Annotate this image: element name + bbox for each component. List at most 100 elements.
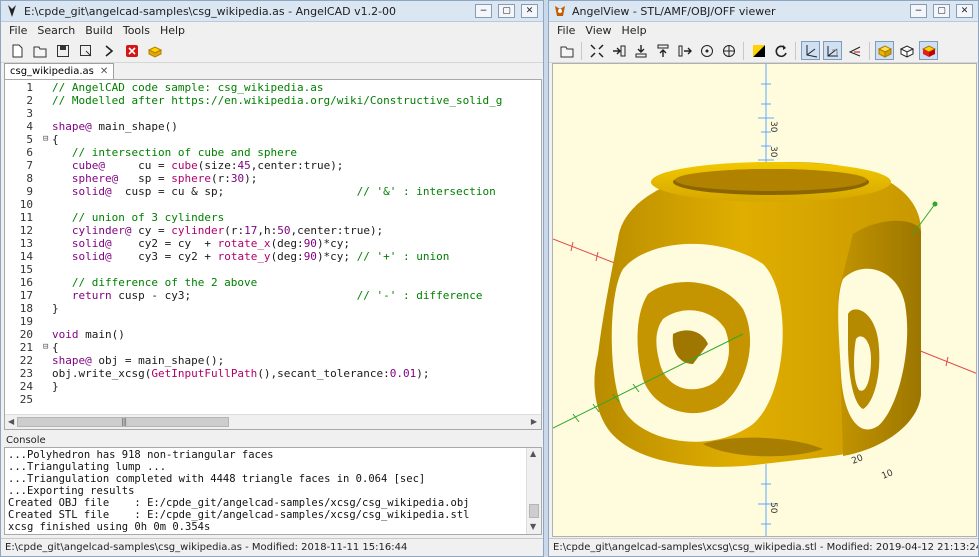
code-line[interactable]: 14 solid@ cy3 = cy2 + rotate_y(deg:90)*c… [5, 250, 541, 263]
code-line[interactable]: 21 ⊟ { [5, 341, 541, 354]
new-file-icon[interactable] [7, 41, 26, 60]
code-text: // difference of the 2 above [52, 276, 257, 289]
code-token: )*cy; [316, 250, 357, 263]
shaded-box-icon[interactable] [875, 41, 894, 60]
axes-icon[interactable] [801, 41, 820, 60]
code-line[interactable]: 8 sphere@ sp = sphere(r:30); [5, 172, 541, 185]
wire-box-icon[interactable] [897, 41, 916, 60]
close-button[interactable]: ✕ [521, 4, 538, 18]
rotate-icon[interactable] [771, 41, 790, 60]
code-token: (deg: [270, 237, 304, 250]
scroll-left-icon[interactable]: ◀ [8, 417, 14, 426]
minimize-button[interactable]: − [910, 4, 927, 18]
code-line[interactable]: 1 // AngelCAD code sample: csg_wikipedia.… [5, 81, 541, 94]
axes-flat-icon[interactable] [845, 41, 864, 60]
code-token: // Modelled after https://en.wikipedia.o… [52, 94, 503, 107]
menu-search[interactable]: Search [32, 24, 80, 37]
crosshair-icon[interactable] [719, 41, 738, 60]
view-3d-icon[interactable] [145, 41, 164, 60]
code-line[interactable]: 20 void main() [5, 328, 541, 341]
3d-viewport[interactable]: 30 30 50 20 10 [552, 63, 977, 537]
code-line[interactable]: 24} [5, 380, 541, 393]
code-token: rotate_x [217, 237, 271, 250]
code-line[interactable]: 10 [5, 198, 541, 211]
console-output[interactable]: ...Polyhedron has 918 non-triangular fac… [4, 447, 542, 535]
menu-help[interactable]: Help [617, 24, 652, 37]
code-line[interactable]: 17 return cusp - cy3; // '-' : differenc… [5, 289, 541, 302]
stop-icon[interactable] [122, 41, 141, 60]
scrollbar-thumb[interactable]: ||| [17, 417, 229, 427]
maximize-button[interactable]: ▢ [498, 4, 515, 18]
open-folder-icon[interactable] [30, 41, 49, 60]
close-tab-icon[interactable]: ✕ [100, 64, 108, 79]
code-text: obj.write_xcsg(GetInputFullPath(),secant… [52, 367, 430, 380]
console-line: xcsg finished using 0h 0m 0.354s [8, 521, 211, 533]
save-icon[interactable] [53, 41, 72, 60]
import-icon[interactable] [609, 41, 628, 60]
fold-marker-icon[interactable]: ⊟ [43, 133, 48, 146]
console-vertical-scrollbar[interactable]: ▲ ▼ [526, 448, 541, 534]
minimize-button[interactable]: − [475, 4, 492, 18]
console-scroll-thumb[interactable] [529, 504, 539, 518]
line-number: 13 [19, 237, 33, 250]
axes-perspective-icon[interactable] [823, 41, 842, 60]
save-all-icon[interactable] [76, 41, 95, 60]
viewer-titlebar[interactable]: AngelView - STL/AMF/OBJ/OFF viewer − ▢ ✕ [549, 1, 978, 22]
toolbar-separator [795, 41, 796, 60]
code-text: // AngelCAD code sample: csg_wikipedia.a… [52, 81, 324, 94]
tab-csg-wikipedia[interactable]: csg_wikipedia.as ✕ [4, 63, 115, 79]
center-point-icon[interactable] [697, 41, 716, 60]
line-number: 17 [19, 289, 33, 302]
menu-file[interactable]: File [552, 24, 580, 37]
code-line[interactable]: 18} [5, 302, 541, 315]
fit-all-icon[interactable] [587, 41, 606, 60]
code-line[interactable]: 6 // intersection of cube and sphere [5, 146, 541, 159]
open-folder-icon[interactable] [557, 41, 576, 60]
code-line[interactable]: 9 solid@ cusp = cu & sp; // '&' : inters… [5, 185, 541, 198]
scroll-down-icon[interactable]: ▼ [530, 522, 536, 531]
menu-build[interactable]: Build [80, 24, 118, 37]
horizontal-scrollbar[interactable]: ◀ ||| ▶ [5, 414, 541, 429]
maximize-button[interactable]: ▢ [933, 4, 950, 18]
code-line[interactable]: 22 shape@ obj = main_shape(); [5, 354, 541, 367]
code-line[interactable]: 23 obj.write_xcsg(GetInputFullPath(),seca… [5, 367, 541, 380]
code-line[interactable]: 16 // difference of the 2 above [5, 276, 541, 289]
code-line[interactable]: 7 cube@ cu = cube(size:45,center:true); [5, 159, 541, 172]
colored-box-icon[interactable] [919, 41, 938, 60]
code-line[interactable]: 15 [5, 263, 541, 276]
code-token: shape@ [52, 120, 92, 133]
code-text: } [52, 302, 59, 315]
code-editor[interactable]: 1 // AngelCAD code sample: csg_wikipedia.… [4, 79, 542, 430]
line-number: 11 [19, 211, 33, 224]
export-down-icon[interactable] [631, 41, 650, 60]
close-button[interactable]: ✕ [956, 4, 973, 18]
scroll-up-icon[interactable]: ▲ [530, 449, 536, 458]
contrast-icon[interactable] [749, 41, 768, 60]
menu-tools[interactable]: Tools [118, 24, 155, 37]
code-line[interactable]: 4 shape@ main_shape() [5, 120, 541, 133]
menu-help[interactable]: Help [155, 24, 190, 37]
scroll-right-icon[interactable]: ▶ [531, 417, 537, 426]
export-right-icon[interactable] [675, 41, 694, 60]
code-text: cylinder@ cy = cylinder(r:17,h:50,center… [52, 224, 383, 237]
code-token: 90 [303, 250, 317, 263]
run-arrow-icon[interactable] [99, 41, 118, 60]
code-line[interactable]: 5 ⊟ { [5, 133, 541, 146]
code-token: cylinder@ [52, 224, 132, 237]
code-line[interactable]: 11 // union of 3 cylinders [5, 211, 541, 224]
code-line[interactable]: 2 // Modelled after https://en.wikipedia.… [5, 94, 541, 107]
code-line[interactable]: 19 [5, 315, 541, 328]
menu-file[interactable]: File [4, 24, 32, 37]
viewer-menubar: File View Help [549, 22, 978, 39]
axis-tick-label: 30 [768, 121, 778, 133]
fold-marker-icon[interactable]: ⊟ [43, 341, 48, 354]
code-line[interactable]: 3 [5, 107, 541, 120]
line-number: 3 [26, 107, 33, 120]
editor-titlebar[interactable]: E:\cpde_git\angelcad-samples\csg_wikiped… [1, 1, 543, 22]
menu-view[interactable]: View [580, 24, 616, 37]
code-line[interactable]: 13 solid@ cy2 = cy + rotate_x(deg:90)*cy… [5, 237, 541, 250]
code-line[interactable]: 12 cylinder@ cy = cylinder(r:17,h:50,cen… [5, 224, 541, 237]
code-line[interactable]: 25 [5, 393, 541, 406]
editor-toolbar [1, 39, 543, 63]
export-up-icon[interactable] [653, 41, 672, 60]
